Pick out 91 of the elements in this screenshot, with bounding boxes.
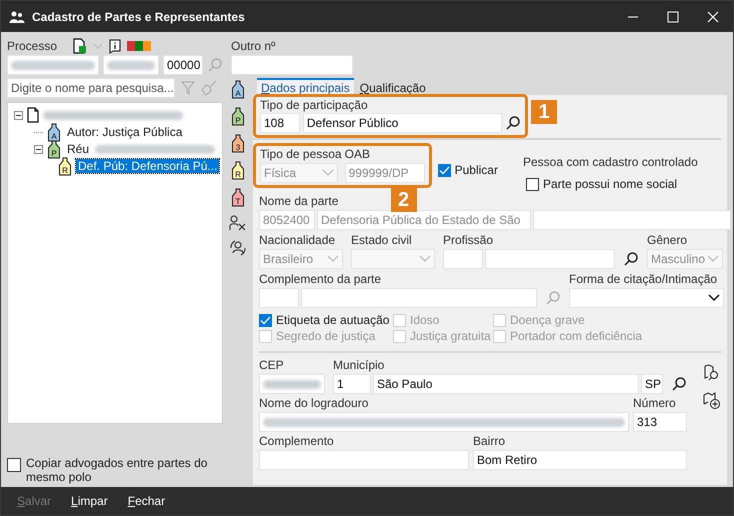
close-icon[interactable] xyxy=(707,10,719,22)
callout-number: 2 xyxy=(390,188,417,212)
tab[interactable]: Dados principais xyxy=(257,78,354,95)
field-label: Número xyxy=(633,396,676,411)
text-field[interactable]: Defensor Público xyxy=(302,113,502,133)
field-label: Pessoa com cadastro controlado xyxy=(523,155,698,170)
checkbox[interactable] xyxy=(259,314,272,326)
remove-person-icon[interactable] xyxy=(229,215,247,231)
checkbox-label: Portador com deficiência xyxy=(510,329,642,343)
checkbox-label: Justiça gratuita xyxy=(410,329,491,343)
new-document-icon[interactable] xyxy=(73,38,87,54)
broom-icon[interactable] xyxy=(201,80,217,96)
search-icon[interactable] xyxy=(505,115,521,131)
text-field[interactable]: 313 xyxy=(633,412,687,432)
tree-item[interactable]: Autor: Justiça Pública xyxy=(65,125,184,139)
maximize-icon[interactable] xyxy=(667,10,679,22)
person-tag-icon[interactable]: 3 xyxy=(231,134,245,153)
chevron-icon xyxy=(321,168,335,178)
text-field[interactable] xyxy=(443,249,483,269)
person-tag-icon[interactable]: R xyxy=(231,161,245,180)
person-tag-icon[interactable]: A xyxy=(231,80,245,99)
tree-item[interactable]: Réu xyxy=(65,142,92,156)
dropdown[interactable] xyxy=(569,288,724,308)
info-icon[interactable] xyxy=(109,38,121,54)
field-label: Nome do logradouro xyxy=(259,396,368,411)
field-label: Forma de citação/Intimação xyxy=(569,272,718,287)
field-label: Complemento da parte xyxy=(259,272,382,287)
checkbox-label: Segredo de justiça xyxy=(276,329,376,343)
text-field[interactable]: SP xyxy=(641,374,663,394)
checkbox-label: Doença grave xyxy=(510,313,585,327)
map-search-icon[interactable] xyxy=(703,364,721,382)
checkbox-label: Etiqueta de autuação xyxy=(276,313,390,327)
search-icon[interactable] xyxy=(623,251,639,267)
checkbox-label: Parte possui nome social xyxy=(543,177,678,191)
callout-number: 1 xyxy=(531,100,557,124)
person-tag-icon: R xyxy=(58,156,72,176)
field-label: Nome da parte xyxy=(259,194,338,209)
person-tag-icon: A xyxy=(47,122,61,142)
action-button[interactable]: Limpar xyxy=(69,492,110,510)
text-field[interactable] xyxy=(259,450,469,470)
chevron-icon[interactable] xyxy=(93,42,103,50)
person-tag-icon[interactable]: T xyxy=(231,188,245,207)
person-tag-icon: P xyxy=(47,140,61,158)
chevron-icon xyxy=(706,254,720,264)
text-field[interactable] xyxy=(485,249,615,269)
checkbox[interactable] xyxy=(7,458,21,472)
text-field[interactable] xyxy=(259,412,629,432)
field-label: Tipo de pessoa xyxy=(260,147,342,162)
field-label: Bairro xyxy=(473,434,506,449)
field-label: Município xyxy=(333,358,384,373)
text-field[interactable]: São Paulo xyxy=(373,374,639,394)
checkbox-label: Copiar advogados entre partes do mesmo polo xyxy=(26,456,208,484)
field-label: Gênero xyxy=(647,233,688,248)
text-field[interactable]: Bom Retiro xyxy=(473,450,687,470)
collapse-toggle[interactable] xyxy=(14,110,23,120)
field-label: CEP xyxy=(259,358,284,373)
window-title: Cadastro de Partes e Representantes xyxy=(32,10,245,24)
field-label: Complemento xyxy=(259,434,334,449)
checkbox[interactable] xyxy=(526,178,539,190)
chevron-icon xyxy=(707,293,721,303)
field-label: OAB xyxy=(344,147,370,162)
action-button[interactable]: Fechar xyxy=(126,492,168,510)
text-field[interactable]: 108 xyxy=(260,113,300,133)
checkbox[interactable] xyxy=(438,164,451,176)
field-label: Estado civil xyxy=(351,233,412,248)
person-tag-icon[interactable]: P xyxy=(231,107,245,126)
people-icon xyxy=(9,10,25,24)
checkbox-label: Idoso xyxy=(410,313,440,327)
search-icon[interactable] xyxy=(671,376,687,392)
checkbox-label: Publicar xyxy=(454,163,498,177)
text-field[interactable]: 00000 xyxy=(163,55,203,75)
field-label: Outro nº xyxy=(231,39,276,54)
text-field[interactable] xyxy=(231,55,353,75)
tree-item[interactable]: Def. Púb: Defensoria Pú... xyxy=(76,159,220,173)
search-field[interactable]: Digite o nome para pesquisa... xyxy=(7,78,175,98)
chevron-icon xyxy=(418,254,432,264)
collapse-toggle[interactable] xyxy=(34,144,43,154)
text-field[interactable]: 1 xyxy=(333,374,371,394)
field-label: Nacionalidade xyxy=(259,233,336,248)
field-label: Tipo de participação xyxy=(260,98,368,112)
text-field[interactable] xyxy=(533,210,731,230)
field-label: Profissão xyxy=(443,233,494,248)
filter-icon[interactable] xyxy=(181,81,195,95)
text-field[interactable] xyxy=(259,374,325,394)
text-field[interactable] xyxy=(301,288,537,308)
text-field[interactable] xyxy=(259,288,299,308)
map-add-icon[interactable] xyxy=(703,392,721,410)
field-label: Processo xyxy=(7,38,58,54)
swap-person-icon[interactable] xyxy=(229,239,247,257)
document-icon xyxy=(27,107,39,123)
chevron-icon xyxy=(326,254,340,264)
